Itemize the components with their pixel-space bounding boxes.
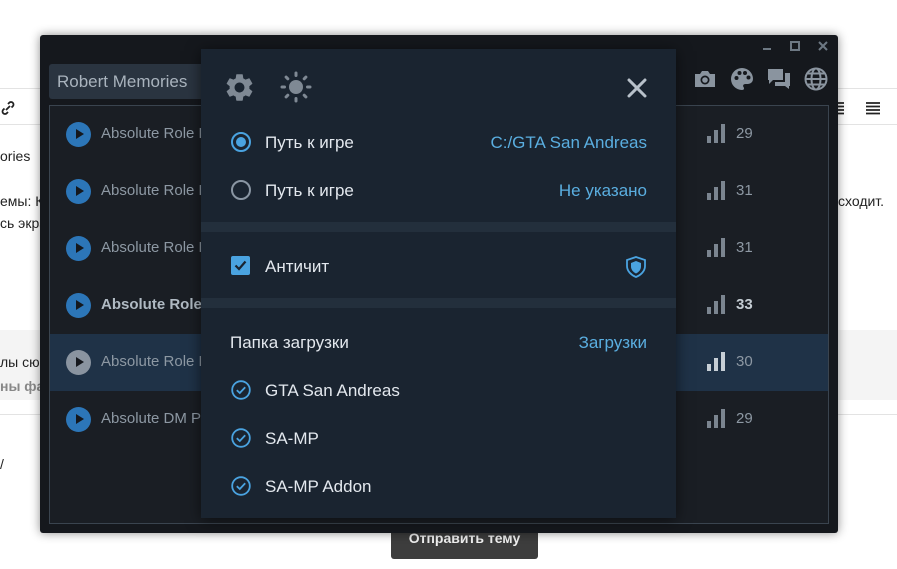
component-label: GTA San Andreas [265,381,400,400]
link-icon[interactable] [0,100,16,121]
game-path-value[interactable]: Не указано [559,181,647,201]
game-path-label: Путь к игре [265,181,354,200]
radio-selected[interactable] [231,132,251,152]
play-icon[interactable] [66,407,91,432]
settings-panel: Путь к игре C:/GTA San Andreas Путь к иг… [201,49,676,518]
server-players: 31 [736,239,753,256]
radio-unselected[interactable] [231,180,251,200]
game-path-option-2[interactable]: Путь к игре Не указано [201,170,676,210]
signal-icon [707,295,725,314]
server-players: 29 [736,410,753,427]
component-item[interactable]: SA-MP Addon [201,466,676,506]
play-icon[interactable] [66,293,91,318]
server-name: Absolute Role P [101,239,209,256]
sun-icon[interactable] [280,71,312,103]
close-icon[interactable] [814,38,832,56]
globe-icon[interactable] [803,66,829,92]
signal-icon [707,181,725,200]
download-folder-label: Папка загрузки [230,333,349,352]
page-text-fragment: сходит. [838,193,885,209]
play-icon[interactable] [66,236,91,261]
window-controls [758,38,832,56]
anticheat-checkbox[interactable] [231,256,250,275]
anticheat-option[interactable]: Античит [201,246,676,286]
game-path-value[interactable]: C:/GTA San Andreas [490,133,647,153]
server-players: 31 [736,182,753,199]
server-players: 30 [736,353,753,370]
shield-icon [626,256,646,278]
server-name: Absolute Role P [101,182,209,199]
play-icon[interactable] [66,350,91,375]
align-justify-icon[interactable] [866,101,880,120]
launcher-toolbar [692,66,829,92]
section-divider [201,298,676,308]
play-icon[interactable] [66,179,91,204]
maximize-icon[interactable] [786,38,804,56]
download-folder-row: Папка загрузки Загрузки [201,322,676,362]
play-icon[interactable] [66,122,91,147]
server-players: 29 [736,125,753,142]
signal-icon [707,124,725,143]
server-name: Absolute Role P [101,296,217,313]
gear-icon[interactable] [223,71,256,104]
anticheat-label: Античит [265,257,330,276]
chat-icon[interactable] [766,66,792,92]
game-path-label: Путь к игре [265,133,354,152]
game-path-option-1[interactable]: Путь к игре C:/GTA San Andreas [201,122,676,162]
page-text-fragment: емы: К [0,193,44,209]
check-circle-icon[interactable] [231,380,251,400]
server-players: 33 [736,296,753,313]
component-label: SA-MP [265,429,319,448]
camera-icon[interactable] [692,66,718,92]
signal-icon [707,352,725,371]
check-circle-icon[interactable] [231,428,251,448]
server-name: Absolute Role P [101,125,209,142]
signal-icon [707,238,725,257]
server-name: Absolute Role P [101,353,209,370]
page-text-fragment: / [0,456,4,472]
component-item[interactable]: SA-MP [201,418,676,458]
section-divider [201,222,676,232]
download-folder-value[interactable]: Загрузки [579,333,647,353]
minimize-icon[interactable] [758,38,776,56]
close-icon[interactable] [625,76,649,100]
page-text-fragment: ories [0,148,31,164]
component-item[interactable]: GTA San Andreas [201,370,676,410]
component-label: SA-MP Addon [265,477,372,496]
signal-icon [707,409,725,428]
page-text-fragment: лы сю [0,354,40,370]
palette-icon[interactable] [729,66,755,92]
server-name: Absolute DM P [101,410,202,427]
search-input[interactable]: Robert Memories [49,64,209,99]
check-circle-icon[interactable] [231,476,251,496]
